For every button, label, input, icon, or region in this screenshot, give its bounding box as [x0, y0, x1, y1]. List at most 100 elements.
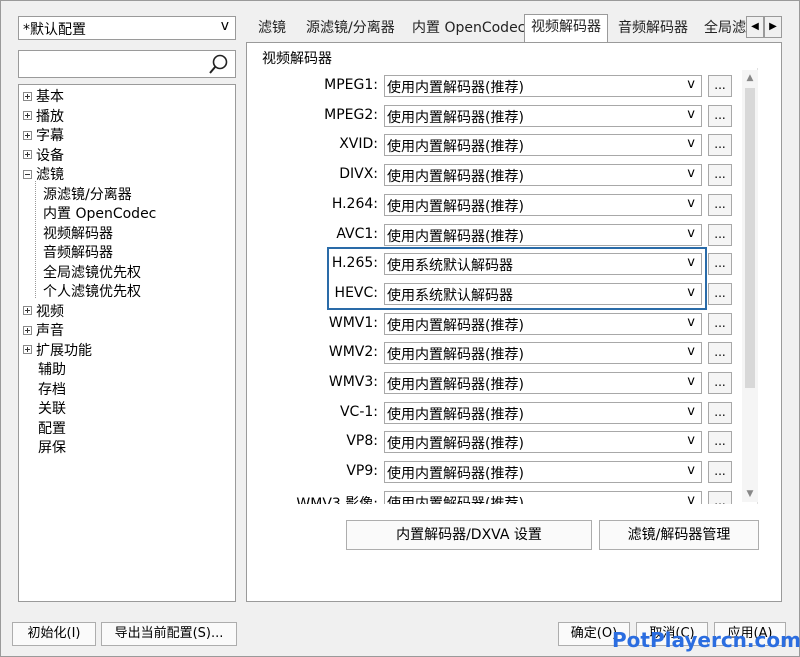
- decoder-dropdown[interactable]: 使用系统默认解码器 v: [384, 253, 702, 276]
- decoder-label: DIVX:: [339, 166, 378, 183]
- tab-item[interactable]: 视频解码器: [524, 14, 608, 42]
- decoder-dropdown[interactable]: 使用内置解码器(推荐) v: [384, 134, 702, 157]
- decoder-label: H.264:: [331, 195, 378, 212]
- decoder-dropdown[interactable]: 使用内置解码器(推荐) v: [384, 193, 702, 216]
- tree-item[interactable]: 播放: [23, 107, 64, 127]
- expand-icon[interactable]: [23, 91, 32, 101]
- decoder-more-button[interactable]: ...: [708, 401, 732, 424]
- profile-dropdown[interactable]: *默认配置 v: [18, 16, 236, 40]
- expand-icon[interactable]: [23, 111, 32, 120]
- decoder-more-button[interactable]: ...: [708, 134, 732, 157]
- decoder-dropdown[interactable]: 使用内置解码器(推荐) v: [384, 490, 702, 504]
- filter-manager-button[interactable]: 滤镜/解码器管理: [599, 520, 759, 550]
- expand-icon[interactable]: [23, 345, 32, 354]
- tree-item[interactable]: 关联: [23, 399, 66, 419]
- tree-item[interactable]: 配置: [23, 419, 66, 439]
- dxva-settings-button[interactable]: 内置解码器/DXVA 设置: [346, 520, 592, 550]
- search-icon[interactable]: [207, 53, 231, 77]
- tree-item[interactable]: 存档: [23, 380, 66, 400]
- decoder-more-button[interactable]: ...: [708, 372, 732, 394]
- decoder-row: MPEG2: 使用内置解码器(推荐) v...: [258, 104, 757, 127]
- tree-item[interactable]: 扩展功能: [23, 341, 92, 361]
- tab-item[interactable]: 全局滤: [698, 16, 752, 42]
- decoder-more-button[interactable]: ...: [708, 193, 732, 216]
- decoder-dropdown[interactable]: 使用内置解码器(推荐) v: [384, 401, 702, 424]
- decoder-more-button[interactable]: ...: [708, 253, 732, 276]
- decoder-dropdown[interactable]: 使用内置解码器(推荐) v: [384, 164, 702, 187]
- tree-item[interactable]: 源滤镜/分离器: [43, 185, 132, 205]
- expand-icon[interactable]: [23, 130, 32, 140]
- chevron-down-icon: v: [220, 18, 229, 34]
- collapse-icon[interactable]: [23, 169, 32, 179]
- expand-icon[interactable]: [23, 150, 32, 159]
- tab-bar: 滤镜 源滤镜/分离器 内置 OpenCodec 视频解码器 音频解码器 全局滤 ◀ ▶: [246, 14, 786, 42]
- decoder-more-button[interactable]: ...: [708, 104, 732, 127]
- tree-item-label: 滤镜: [36, 167, 64, 183]
- decoder-dropdown[interactable]: 使用内置解码器(推荐) v: [384, 461, 702, 484]
- expand-icon[interactable]: [23, 325, 32, 335]
- tab-item[interactable]: 内置 OpenCodec: [406, 16, 531, 42]
- export-config-button[interactable]: 导出当前配置(S)...: [101, 622, 237, 646]
- chevron-down-icon: v: [687, 433, 695, 449]
- chevron-down-icon: v: [687, 314, 695, 330]
- decoder-dropdown[interactable]: 使用系统默认解码器 v: [384, 282, 702, 305]
- decoder-more-button[interactable]: ...: [708, 312, 732, 335]
- tab-item[interactable]: 音频解码器: [612, 16, 694, 42]
- tree-item[interactable]: 基本: [23, 87, 64, 107]
- tree-item[interactable]: 全局滤镜优先权: [43, 263, 141, 283]
- tree-item[interactable]: 字幕: [23, 126, 64, 146]
- decoder-label: H.265:: [331, 255, 378, 272]
- decoder-dropdown[interactable]: 使用内置解码器(推荐) v: [384, 223, 702, 246]
- decoder-more-button[interactable]: ...: [708, 490, 732, 504]
- tree-item-label: 播放: [36, 108, 64, 125]
- decoder-more-button[interactable]: ...: [708, 164, 732, 187]
- decoder-dropdown[interactable]: 使用内置解码器(推荐) v: [384, 431, 702, 454]
- decoder-row: H.264: 使用内置解码器(推荐) v...: [258, 193, 757, 216]
- decoder-dropdown[interactable]: 使用内置解码器(推荐) v: [384, 342, 702, 365]
- decoder-more-button[interactable]: ...: [708, 431, 732, 454]
- search-input[interactable]: [23, 52, 203, 76]
- tab-scroll-left-icon[interactable]: ◀: [746, 16, 764, 38]
- decoder-dropdown[interactable]: 使用内置解码器(推荐) v: [384, 372, 702, 394]
- decoder-dropdown-value: 使用系统默认解码器: [387, 287, 513, 304]
- tree-item[interactable]: 个人滤镜优先权: [43, 282, 141, 302]
- tab-item[interactable]: 源滤镜/分离器: [300, 16, 401, 42]
- expand-icon[interactable]: [23, 306, 32, 315]
- tree-item[interactable]: 屏保: [23, 438, 66, 458]
- decoder-more-button[interactable]: ...: [708, 223, 732, 246]
- tab-scroll-right-icon[interactable]: ▶: [764, 16, 782, 38]
- decoder-dropdown[interactable]: 使用内置解码器(推荐) v: [384, 75, 702, 97]
- chevron-down-icon: v: [687, 77, 695, 92]
- tree-item[interactable]: 声音: [23, 321, 64, 341]
- tab-item[interactable]: 滤镜: [252, 16, 292, 42]
- tree-item[interactable]: 音频解码器: [43, 243, 113, 263]
- decoder-label: HEVC:: [334, 284, 378, 301]
- init-button[interactable]: 初始化(I): [12, 622, 96, 646]
- decoder-row: HEVC: 使用系统默认解码器 v...: [258, 282, 757, 305]
- decoder-more-button[interactable]: ...: [708, 282, 732, 305]
- scroll-thumb[interactable]: [745, 88, 755, 388]
- tree-item[interactable]: 视频解码器: [43, 224, 113, 244]
- tree-item-label: 存档: [38, 381, 66, 398]
- decoder-dropdown[interactable]: 使用内置解码器(推荐) v: [384, 104, 702, 127]
- tree-item[interactable]: 内置 OpenCodec: [43, 204, 156, 224]
- decoder-scrollbar[interactable]: ▲ ▼: [742, 70, 758, 502]
- decoder-label: VC-1:: [339, 403, 378, 420]
- decoder-more-button[interactable]: ...: [708, 461, 732, 484]
- tree-item[interactable]: 视频: [23, 302, 64, 322]
- tree-item[interactable]: 辅助: [23, 360, 66, 380]
- decoder-label: AVC1:: [336, 225, 378, 242]
- decoder-dropdown-value: 使用内置解码器(推荐): [387, 495, 524, 504]
- tree-item[interactable]: 设备: [23, 146, 64, 166]
- decoder-dropdown[interactable]: 使用内置解码器(推荐) v: [384, 312, 702, 335]
- tree-guide-line: [35, 181, 36, 298]
- decoder-more-button[interactable]: ...: [708, 75, 732, 97]
- scroll-up-icon[interactable]: ▲: [742, 70, 758, 86]
- scroll-down-icon[interactable]: ▼: [742, 486, 758, 502]
- decoder-dropdown-value: 使用内置解码器(推荐): [387, 80, 524, 96]
- decoder-row: XVID: 使用内置解码器(推荐) v...: [258, 134, 757, 157]
- decoder-more-button[interactable]: ...: [708, 342, 732, 365]
- chevron-down-icon: v: [687, 225, 695, 241]
- tree-item[interactable]: 滤镜: [23, 165, 64, 185]
- decoder-dropdown-value: 使用内置解码器(推荐): [387, 377, 524, 393]
